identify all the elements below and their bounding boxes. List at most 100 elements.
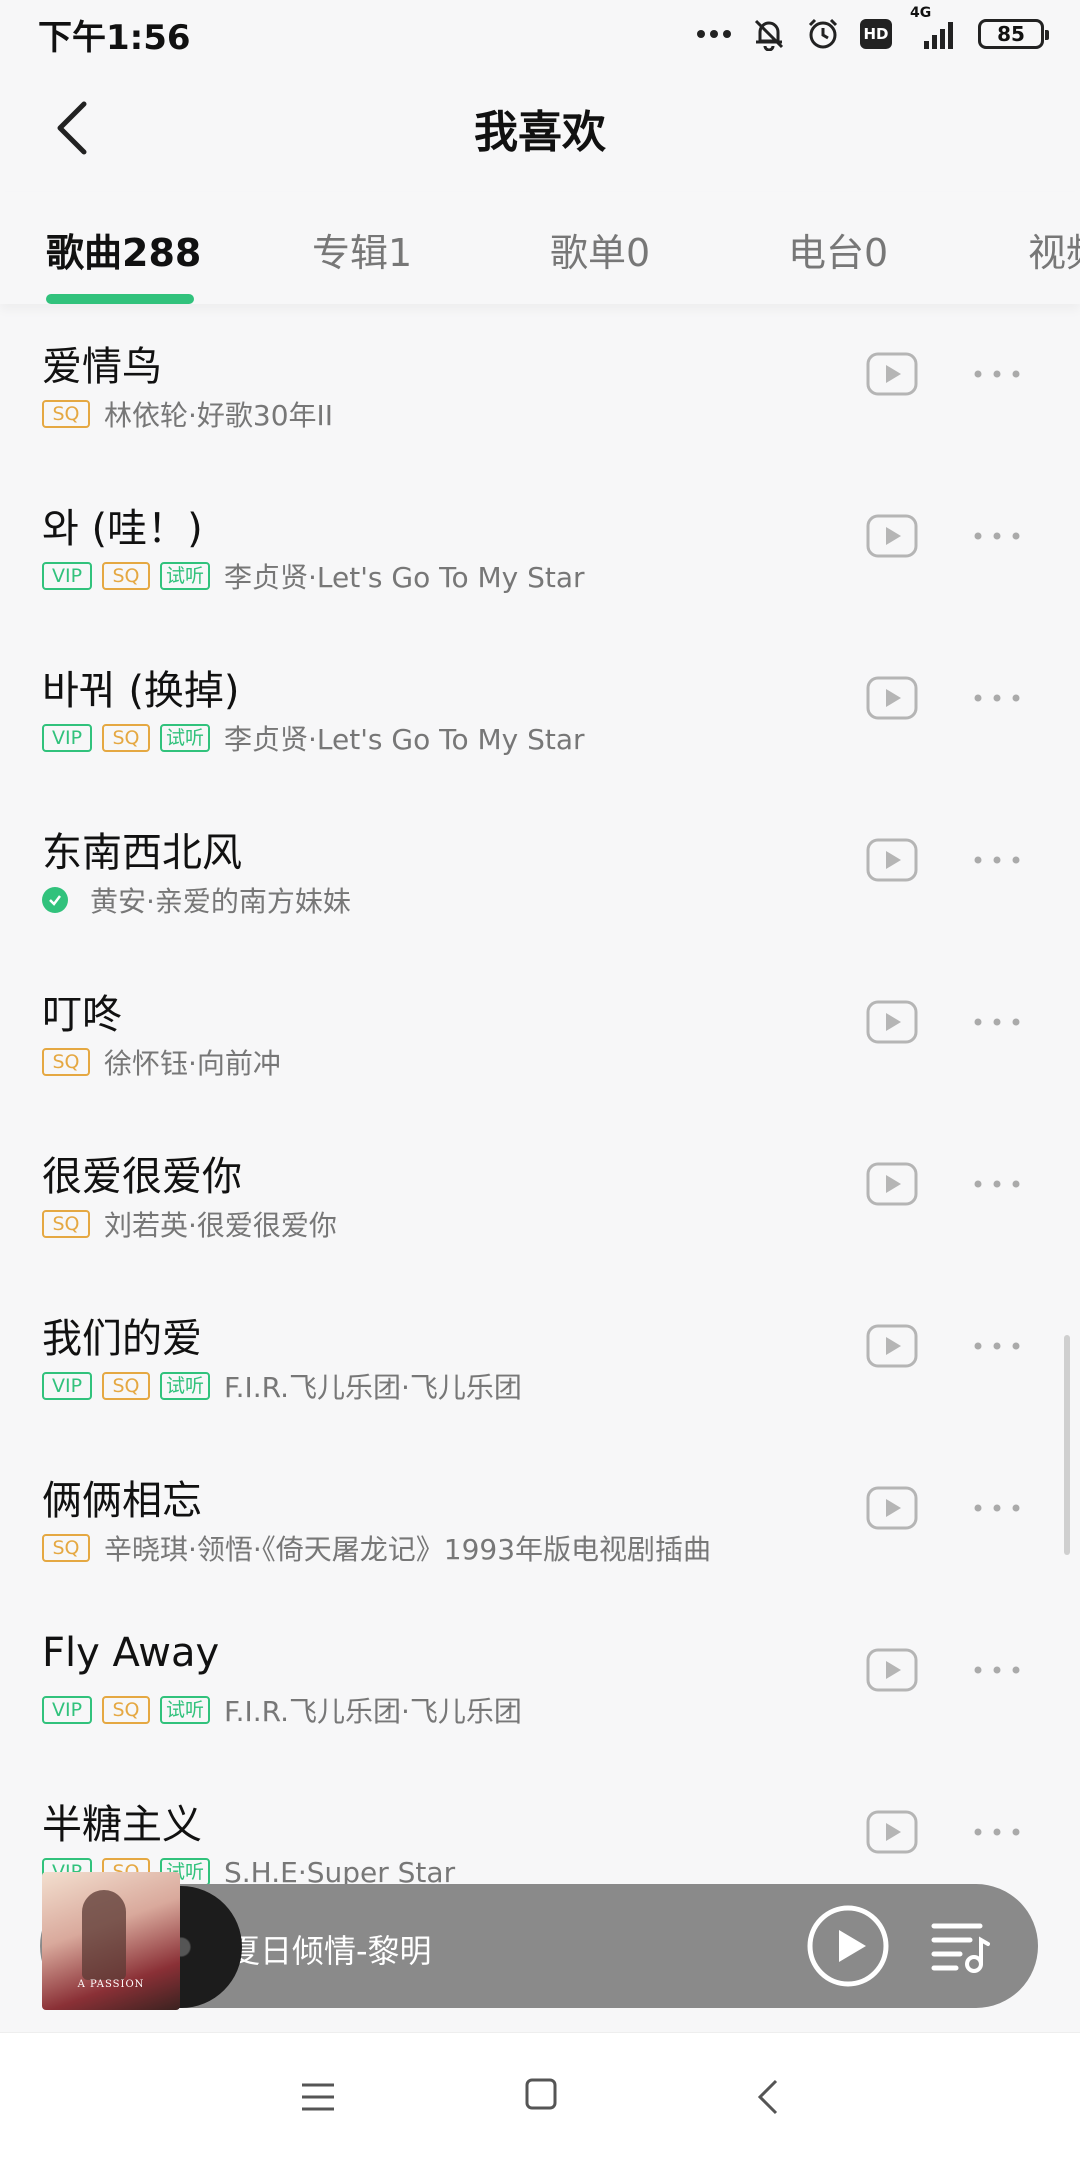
song-title: 叮咚	[42, 992, 122, 1038]
playlist-icon[interactable]	[930, 1918, 992, 1974]
song-title: 我们的爱	[42, 1316, 202, 1362]
sq-badge: SQ	[102, 1372, 150, 1400]
more-dots-icon[interactable]	[972, 1010, 1022, 1034]
song-artist-album: F.I.R.飞儿乐团·飞儿乐团	[224, 1695, 522, 1728]
song-artist-album: 李贞贤·Let's Go To My Star	[224, 561, 585, 594]
more-dots-icon[interactable]	[972, 1496, 1022, 1520]
nav-back-icon[interactable]	[754, 2077, 782, 2117]
tab-playlists[interactable]: 歌单0	[550, 222, 650, 277]
song-meta: SQ 徐怀钰·向前冲	[42, 1044, 281, 1080]
tab-songs[interactable]: 歌曲288	[46, 222, 201, 277]
play-video-icon[interactable]	[866, 676, 918, 720]
sq-badge: SQ	[42, 1048, 90, 1076]
tab-bar: 歌曲288 专辑1 歌单0 电台0 视频	[0, 192, 1080, 304]
more-dots-icon[interactable]	[972, 362, 1022, 386]
song-title: Fly Away	[42, 1630, 220, 1676]
more-dots-icon[interactable]	[972, 848, 1022, 872]
song-row[interactable]: 爱情鸟 SQ 林依轮·好歌30年II	[0, 304, 1080, 466]
song-title: 와 (哇！)	[42, 506, 203, 552]
tab-videos[interactable]: 视频	[1028, 222, 1080, 277]
song-artist-album: 李贞贤·Let's Go To My Star	[224, 723, 585, 756]
play-video-icon[interactable]	[866, 514, 918, 558]
play-video-icon[interactable]	[866, 1000, 918, 1044]
bell-muted-icon	[754, 19, 784, 51]
play-video-icon[interactable]	[866, 1324, 918, 1368]
signal-icon: 4G	[910, 5, 958, 49]
play-video-icon[interactable]	[866, 1162, 918, 1206]
song-meta: VIP SQ 试听 F.I.R.飞儿乐团·飞儿乐团	[42, 1692, 522, 1728]
album-cover-text: A PASSION	[77, 1979, 145, 1990]
song-artist-album: 黄安·亲爱的南方妹妹	[90, 885, 351, 918]
play-video-icon[interactable]	[866, 1648, 918, 1692]
song-artist-album: 林依轮·好歌30年II	[104, 399, 334, 432]
song-row[interactable]: 半糖主义VIPSQ试听S.H.E·Super Star	[0, 1762, 1080, 1884]
more-dots-icon[interactable]	[972, 1172, 1022, 1196]
header: 我喜欢	[0, 68, 1080, 188]
song-row[interactable]: 俩俩相忘 SQ 辛晓琪·领悟·《倚天屠龙记》1993年版电视剧插曲	[0, 1438, 1080, 1600]
song-row[interactable]: 我们的爱 VIP SQ 试听 F.I.R.飞儿乐团·飞儿乐团	[0, 1276, 1080, 1438]
song-title: 东南西北风	[42, 830, 242, 876]
song-artist-album: 辛晓琪·领悟·《倚天屠龙记》1993年版电视剧插曲	[104, 1533, 712, 1566]
battery-level: 85	[997, 22, 1025, 46]
try-badge: 试听	[160, 724, 210, 752]
song-artist-album: 刘若英·很爱很爱你	[104, 1209, 337, 1242]
status-bar: 下午1:56 HD 4G 85	[0, 0, 1080, 68]
song-meta: SQ 辛晓琪·领悟·《倚天屠龙记》1993年版电视剧插曲	[42, 1530, 711, 1566]
vip-badge: VIP	[42, 1696, 92, 1724]
scrollbar[interactable]	[1064, 1335, 1070, 1555]
vip-badge: VIP	[42, 1372, 92, 1400]
page-title: 我喜欢	[474, 107, 606, 158]
song-artist-album: S.H.E·Super Star	[224, 1855, 456, 1885]
play-video-icon[interactable]	[866, 838, 918, 882]
song-row[interactable]: 바꿔 (换掉) VIP SQ 试听 李贞贤·Let's Go To My Star	[0, 628, 1080, 790]
tab-radio[interactable]: 电台0	[788, 222, 888, 277]
menu-icon[interactable]	[300, 2081, 336, 2113]
sq-badge: SQ	[102, 724, 150, 752]
network-label: 4G	[910, 5, 932, 21]
song-row[interactable]: 와 (哇！) VIP SQ 试听 李贞贤·Let's Go To My Star	[0, 466, 1080, 628]
song-title: 很爱很爱你	[42, 1154, 242, 1200]
play-video-icon[interactable]	[866, 352, 918, 396]
song-meta: VIP SQ 试听 李贞贤·Let's Go To My Star	[42, 558, 585, 594]
play-video-icon[interactable]	[866, 1810, 918, 1854]
back-icon[interactable]	[44, 98, 104, 158]
home-icon[interactable]	[524, 2077, 558, 2111]
song-title: 半糖主义	[42, 1802, 202, 1848]
sq-badge: SQ	[42, 1534, 90, 1562]
song-row[interactable]: 叮咚 SQ 徐怀钰·向前冲	[0, 952, 1080, 1114]
vip-badge: VIP	[42, 562, 92, 590]
try-badge: 试听	[160, 1696, 210, 1724]
song-list: 爱情鸟 SQ 林依轮·好歌30年II 와 (哇！) VIP SQ 试听 李贞贤·Let's G…	[0, 304, 1080, 1884]
sq-badge: SQ	[102, 1696, 150, 1724]
play-video-icon[interactable]	[866, 1486, 918, 1530]
mini-player[interactable]: A PASSION 夏日倾情-黎明	[40, 1872, 1038, 2010]
more-dots-icon[interactable]	[972, 1820, 1022, 1844]
system-nav-bar	[0, 2032, 1080, 2160]
song-row[interactable]: 东南西北风黄安·亲爱的南方妹妹	[0, 790, 1080, 952]
battery-icon: 85	[978, 19, 1049, 49]
song-row[interactable]: 很爱很爱你 SQ 刘若英·很爱很爱你	[0, 1114, 1080, 1276]
sq-badge: SQ	[42, 400, 90, 428]
album-cover[interactable]: A PASSION	[42, 1872, 180, 2010]
more-dots-icon[interactable]	[972, 1658, 1022, 1682]
now-playing-title[interactable]: 夏日倾情-黎明	[228, 1926, 432, 1972]
song-meta: 黄安·亲爱的南方妹妹	[42, 882, 351, 918]
song-artist-album: F.I.R.飞儿乐团·飞儿乐团	[224, 1371, 522, 1404]
more-dots-icon[interactable]	[972, 686, 1022, 710]
more-dots-icon[interactable]	[972, 524, 1022, 548]
hd-icon: HD	[860, 19, 892, 49]
more-dots-icon[interactable]	[972, 1334, 1022, 1358]
song-meta: SQ 刘若英·很爱很爱你	[42, 1206, 337, 1242]
downloaded-check-icon	[42, 887, 68, 913]
song-meta: SQ 林依轮·好歌30年II	[42, 396, 333, 432]
more-dots-status-icon	[697, 30, 731, 38]
tab-albums[interactable]: 专辑1	[312, 222, 412, 277]
song-row[interactable]: Fly Away VIP SQ 试听 F.I.R.飞儿乐团·飞儿乐团	[0, 1600, 1080, 1762]
tab-active-indicator	[46, 294, 194, 304]
vip-badge: VIP	[42, 724, 92, 752]
alarm-icon	[808, 18, 838, 49]
sq-badge: SQ	[42, 1210, 90, 1238]
song-meta: VIP SQ 试听 F.I.R.飞儿乐团·飞儿乐团	[42, 1368, 522, 1404]
song-title: 俩俩相忘	[42, 1478, 202, 1524]
play-circle-icon[interactable]	[806, 1904, 890, 1988]
